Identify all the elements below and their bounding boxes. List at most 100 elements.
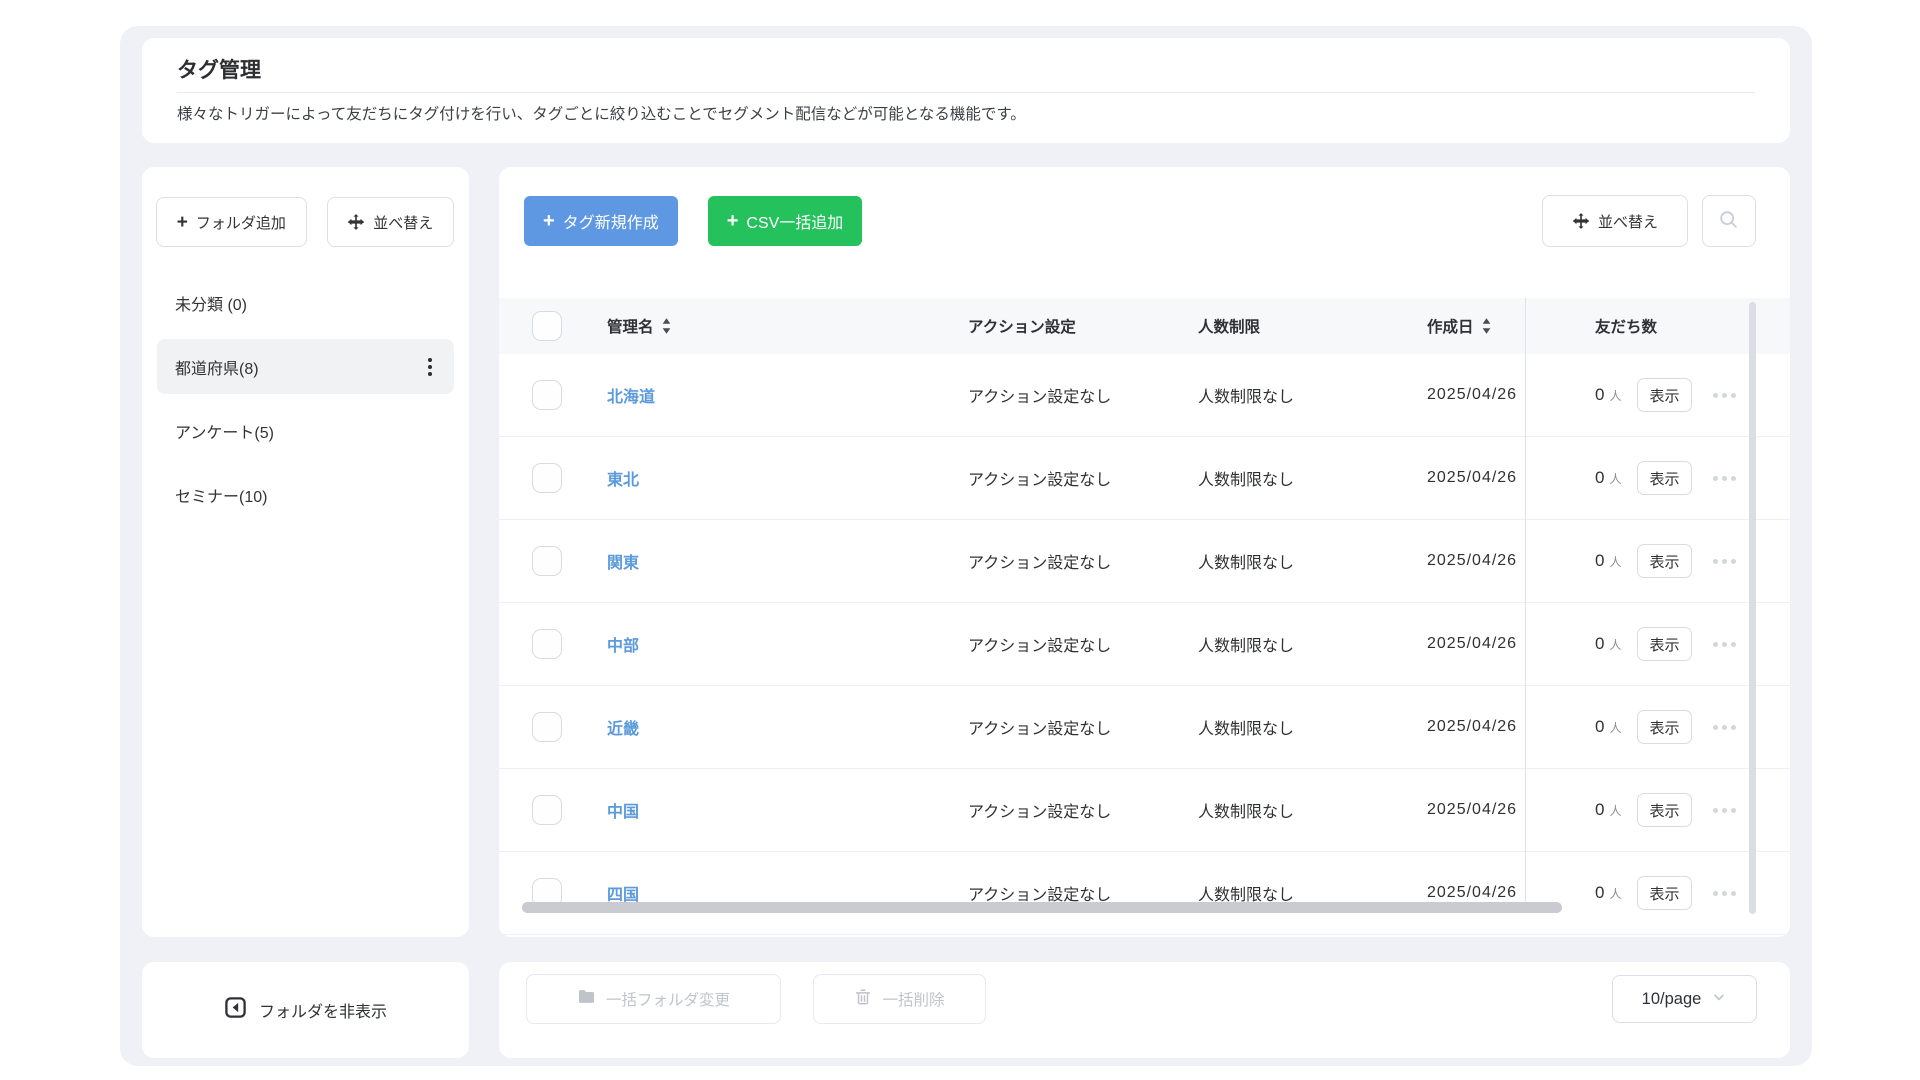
row-checkbox[interactable]: [532, 629, 562, 659]
folder-item[interactable]: 未分類 (0): [157, 275, 454, 330]
tag-name-link[interactable]: 北海道: [607, 383, 655, 407]
row-more-icon[interactable]: [1709, 389, 1740, 402]
row-checkbox[interactable]: [532, 546, 562, 576]
action-setting-cell: アクション設定なし: [968, 472, 1112, 489]
created-date-cell: 2025/04/26: [1427, 386, 1518, 403]
row-more-icon[interactable]: [1709, 804, 1740, 817]
move-arrows-icon: [347, 213, 365, 231]
header-action: アクション設定: [968, 319, 1076, 336]
table-row: 関東 アクション設定なし 人数制限なし 2025/04/26 0 人 表示: [499, 520, 1790, 603]
created-date-cell: 2025/04/26: [1427, 801, 1518, 818]
show-button[interactable]: 表示: [1637, 876, 1692, 910]
table-header-row: 管理名 アクション設定 人数制限 作成日 友だち数: [499, 298, 1790, 354]
row-more-icon[interactable]: [1709, 472, 1740, 485]
folder-menu-icon[interactable]: [424, 354, 436, 380]
tag-name-link[interactable]: 東北: [607, 466, 639, 490]
row-more-icon[interactable]: [1709, 721, 1740, 734]
csv-bulk-add-button[interactable]: + CSV一括追加: [707, 196, 863, 246]
friend-count-unit: 人: [1609, 637, 1622, 652]
folder-label: アンケート(5): [175, 424, 274, 442]
table-reorder-button[interactable]: 並べ替え: [1542, 195, 1688, 247]
folder-item[interactable]: 都道府県(8): [157, 339, 454, 394]
action-setting-cell: アクション設定なし: [968, 804, 1112, 821]
created-date-cell: 2025/04/26: [1427, 552, 1518, 569]
plus-icon: +: [726, 210, 739, 232]
tag-name-link[interactable]: 中部: [607, 632, 639, 656]
limit-cell: 人数制限なし: [1198, 389, 1295, 406]
select-all-checkbox[interactable]: [532, 311, 562, 341]
friend-count: 0: [1595, 468, 1605, 487]
folder-item[interactable]: セミナー(10): [157, 467, 454, 522]
folder-sidebar: + フォルダ追加 並べ替え 未分類 (0) 都道府県(8) アンケート(5) セ…: [142, 167, 469, 937]
row-checkbox[interactable]: [532, 712, 562, 742]
search-icon: [1718, 209, 1740, 234]
show-button[interactable]: 表示: [1637, 710, 1692, 744]
row-checkbox[interactable]: [532, 463, 562, 493]
friend-count-unit: 人: [1609, 803, 1622, 818]
show-button[interactable]: 表示: [1637, 378, 1692, 412]
move-arrows-icon: [1572, 212, 1590, 230]
bulk-delete-button[interactable]: 一括削除: [813, 974, 986, 1024]
caret-sort-icon[interactable]: [1481, 318, 1492, 334]
caret-sort-icon[interactable]: [661, 318, 672, 334]
friend-count: 0: [1595, 800, 1605, 819]
friend-count-unit: 人: [1609, 720, 1622, 735]
plus-icon: +: [543, 210, 555, 232]
horizontal-scrollbar[interactable]: [522, 902, 1562, 913]
table-row: 近畿 アクション設定なし 人数制限なし 2025/04/26 0 人 表示: [499, 686, 1790, 769]
table-row: 中国 アクション設定なし 人数制限なし 2025/04/26 0 人 表示: [499, 769, 1790, 852]
per-page-select[interactable]: 10/page: [1612, 975, 1757, 1023]
csv-bulk-add-label: CSV一括追加: [746, 215, 844, 232]
friend-count-unit: 人: [1609, 388, 1622, 403]
row-checkbox[interactable]: [532, 795, 562, 825]
sidebar-footer-card: フォルダを非表示: [142, 962, 469, 1058]
header-name[interactable]: 管理名: [607, 315, 654, 337]
create-tag-button[interactable]: + タグ新規作成: [524, 196, 678, 246]
header-date[interactable]: 作成日: [1427, 315, 1474, 337]
table-row: 中部 アクション設定なし 人数制限なし 2025/04/26 0 人 表示: [499, 603, 1790, 686]
limit-cell: 人数制限なし: [1198, 638, 1295, 655]
created-date-cell: 2025/04/26: [1427, 469, 1518, 486]
tag-name-link[interactable]: 近畿: [607, 715, 639, 739]
action-setting-cell: アクション設定なし: [968, 555, 1112, 572]
folder-label: 都道府県(8): [175, 360, 259, 378]
created-date-cell: 2025/04/26: [1427, 635, 1518, 652]
limit-cell: 人数制限なし: [1198, 804, 1295, 821]
add-folder-label: フォルダ追加: [195, 214, 286, 232]
created-date-cell: 2025/04/26: [1427, 718, 1518, 735]
create-tag-label: タグ新規作成: [562, 215, 659, 232]
show-button[interactable]: 表示: [1637, 793, 1692, 827]
action-setting-cell: アクション設定なし: [968, 638, 1112, 655]
tag-name-link[interactable]: 中国: [607, 798, 639, 822]
show-button[interactable]: 表示: [1637, 461, 1692, 495]
search-button[interactable]: [1702, 195, 1756, 247]
bulk-folder-change-button[interactable]: 一括フォルダ変更: [526, 974, 781, 1024]
page-header-card: タグ管理 様々なトリガーによって友だちにタグ付けを行い、タグごとに絞り込むことで…: [142, 38, 1790, 143]
plus-icon: +: [176, 211, 188, 233]
folder-reorder-button[interactable]: 並べ替え: [326, 197, 455, 247]
row-more-icon[interactable]: [1709, 555, 1740, 568]
folder-item[interactable]: アンケート(5): [157, 403, 454, 458]
bulk-folder-change-label: 一括フォルダ変更: [605, 992, 730, 1009]
folder-label: セミナー(10): [175, 488, 268, 506]
hide-folders-button[interactable]: フォルダを非表示: [224, 996, 387, 1024]
row-checkbox[interactable]: [532, 380, 562, 410]
trash-icon: [854, 988, 872, 1011]
table-body: 北海道 アクション設定なし 人数制限なし 2025/04/26 0 人 表示 東…: [499, 354, 1790, 935]
header-limit: 人数制限: [1198, 319, 1261, 336]
tag-table: 管理名 アクション設定 人数制限 作成日 友だち数 北海道 アクション設定なし …: [499, 298, 1790, 935]
tag-table-card: + タグ新規作成 + CSV一括追加 並べ替え 管理名 アクション設定 人数制限…: [499, 167, 1790, 937]
bulk-delete-label: 一括削除: [882, 992, 945, 1009]
friend-count: 0: [1595, 634, 1605, 653]
row-more-icon[interactable]: [1709, 638, 1740, 651]
row-more-icon[interactable]: [1709, 887, 1740, 900]
add-folder-button[interactable]: + フォルダ追加: [156, 197, 307, 247]
created-date-cell: 2025/04/26: [1427, 884, 1518, 901]
per-page-value: 10/page: [1641, 989, 1702, 1008]
friend-count: 0: [1595, 883, 1605, 902]
friend-count: 0: [1595, 551, 1605, 570]
tag-name-link[interactable]: 関東: [607, 549, 639, 573]
show-button[interactable]: 表示: [1637, 627, 1692, 661]
vertical-scrollbar[interactable]: [1749, 302, 1756, 914]
show-button[interactable]: 表示: [1637, 544, 1692, 578]
